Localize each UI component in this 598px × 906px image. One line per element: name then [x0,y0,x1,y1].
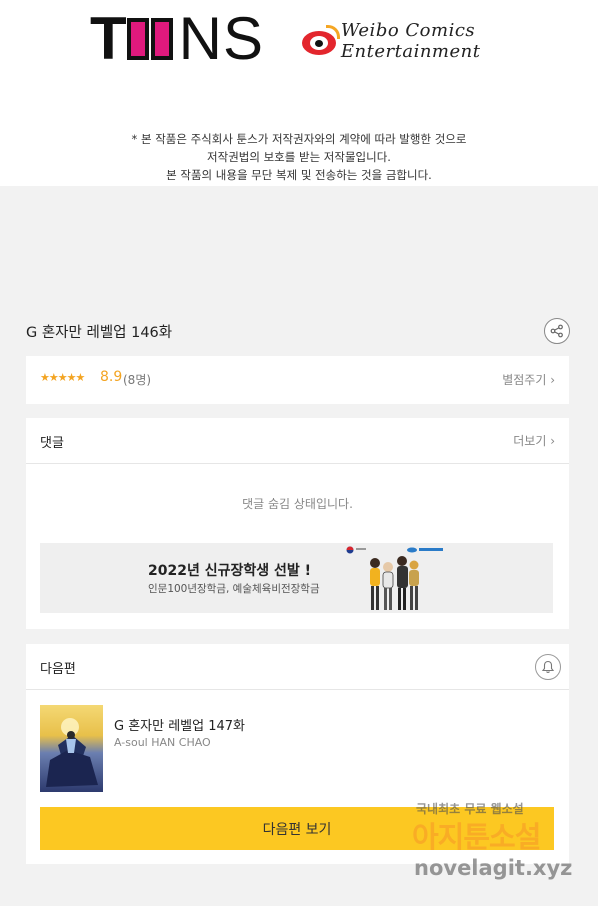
watermark-line-2: 아지툰소설 [412,820,541,854]
comments-hidden-message: 댓글 숨김 상태입니다. [242,497,353,511]
next-episode-title[interactable]: G 혼자만 레벨업 147화 [114,715,245,734]
header-area: T NS Weibo Comics Entertainment * 본 작품은 … [0,0,598,186]
comments-more-link[interactable]: 더보기 › [513,432,555,449]
next-episode-author: A-soul HAN CHAO [114,736,211,749]
episode-title-row: G 혼자만 레벨업 146화 [26,318,572,344]
next-episode-thumbnail[interactable] [40,705,103,792]
thumbnail-art [46,718,98,787]
banner-subtitle: 인문100년장학금, 예술체육비전장학금 [148,583,320,595]
notice-line-2: 저작권법의 보호를 받는 저작물입니다. [207,150,391,164]
rating-stars: ★★★★★ [40,371,85,384]
notice-line-3: 본 작품의 내용을 무단 복제 및 전송하는 것을 금합니다. [166,168,432,182]
watermark: 국내최초 무료 웹소설 아지툰소설 novelagit.xyz [412,800,592,890]
share-icon [550,324,563,338]
rating-count: (8명) [123,373,152,387]
rating-card: ★★★★★ 8.9 (8명) 별점주기 › [26,356,569,404]
weibo-logo-text: Weibo Comics Entertainment [340,20,481,62]
rate-button[interactable]: 별점주기 › [502,371,555,388]
next-episode-section-title: 다음편 [40,662,76,677]
toons-logo-mark [126,16,177,62]
copyright-notice: * 본 작품은 주식회사 툰스가 저작권자와의 계약에 따라 발행한 것으로 저… [0,130,598,184]
notice-line-1: * 본 작품은 주식회사 툰스가 저작권자와의 계약에 따라 발행한 것으로 [131,132,467,146]
toons-logo-ns: NS [178,5,265,72]
banner-illustration [346,546,443,610]
episode-title: G 혼자만 레벨업 146화 [26,325,173,341]
watermark-line-3: novelagit.xyz [414,856,573,880]
comments-card: 댓글 더보기 › 댓글 숨김 상태입니다. 2022년 신규장학생 선발 ! 인… [26,418,569,629]
divider [26,689,569,690]
rating-score: 8.9 [100,369,123,385]
bell-icon [541,660,555,673]
scholarship-banner[interactable]: 2022년 신규장학생 선발 ! 인문100년장학금, 예술체육비전장학금 [40,543,553,613]
weibo-icon [302,25,340,57]
comments-header: 댓글 더보기 › [26,418,569,464]
toons-logo-t: T [90,5,127,72]
banner-title: 2022년 신규장학생 선발 ! [148,563,312,579]
weibo-logo: Weibo Comics Entertainment [302,20,598,62]
share-button[interactable] [544,318,570,344]
comments-title: 댓글 [40,436,64,451]
toons-logo: T NS [90,8,264,70]
notification-button[interactable] [535,654,561,680]
